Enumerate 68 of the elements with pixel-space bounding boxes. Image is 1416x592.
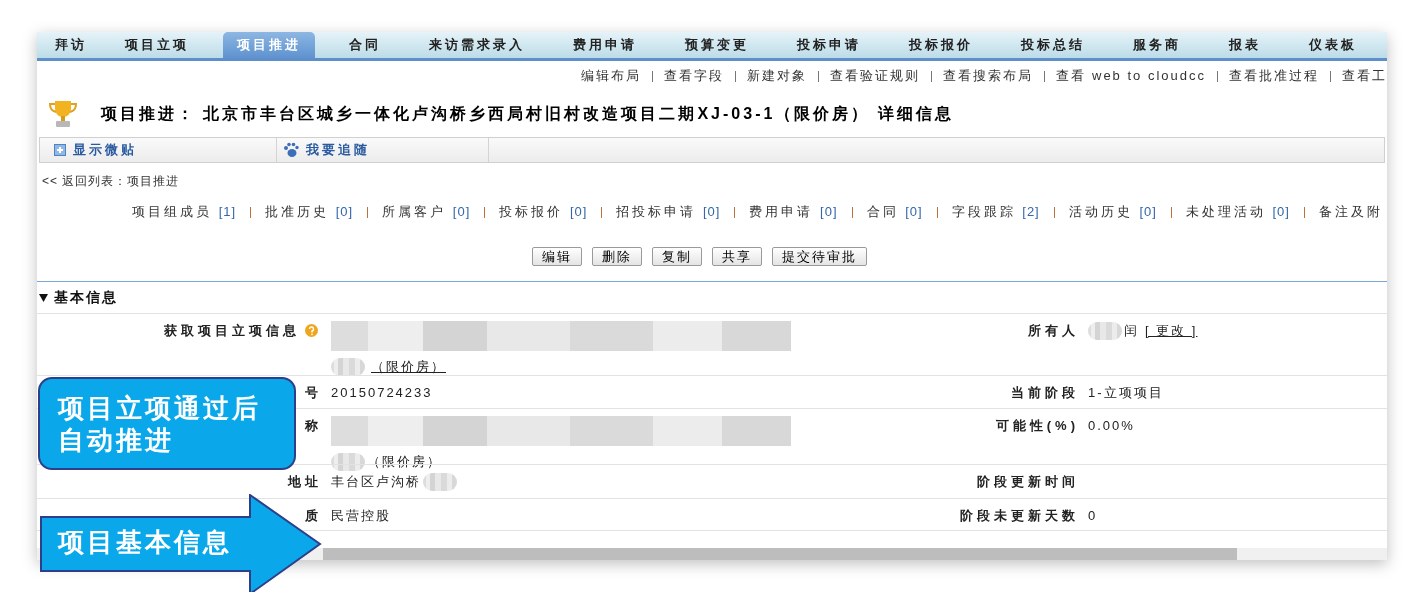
nav-tab[interactable]: 报表 (1205, 32, 1285, 58)
page-title: 项目推进： 北京市丰台区城乡一体化卢沟桥乡西局村旧村改造项目二期XJ-03-1（限价房） 详细信息 (101, 104, 954, 124)
action-button[interactable]: 提交待审批 (772, 246, 867, 266)
section-title: 基本信息 (54, 288, 118, 307)
nav-tab[interactable]: 拜访 (37, 32, 101, 58)
related-list-link[interactable]: 备注及附 (1318, 202, 1383, 222)
nav-tab[interactable]: 投标申请 (773, 32, 885, 58)
toolbar-link[interactable]: 显示微贴 (73, 140, 137, 160)
related-list-link[interactable]: 项目组成员 [1] (132, 202, 237, 222)
setup-link[interactable]: 新建对象 (747, 66, 808, 86)
nav-tab[interactable]: 费用申请 (549, 32, 661, 58)
callout-text: 项目基本信息 (58, 526, 232, 558)
related-list-link[interactable]: 所属客户 [0] (382, 202, 471, 222)
footprint-icon (283, 142, 299, 158)
related-list-link[interactable]: 活动历史 [0] (1068, 202, 1157, 222)
nav-tab[interactable]: 投标总结 (997, 32, 1109, 58)
related-list-link[interactable]: 招投标申请 [0] (616, 202, 721, 222)
field-label: 阶段更新时间 (977, 473, 1079, 491)
nav-tab[interactable]: 服务商 (1109, 32, 1205, 58)
field-label: 质 (305, 507, 322, 525)
setup-link[interactable]: 查看 web to cloudcc (1056, 66, 1206, 86)
related-list-link[interactable]: 字段跟踪 [2] (951, 202, 1040, 222)
field-value: 民营控股 (331, 507, 391, 525)
collapse-caret-icon[interactable] (39, 293, 48, 302)
help-icon[interactable] (305, 324, 318, 338)
nav-tab[interactable]: 仪表板 (1285, 32, 1381, 58)
field-label: 可能性(%) (995, 417, 1079, 435)
field-value: 丰台区卢沟桥 (331, 473, 421, 491)
field-value: 20150724233 (331, 384, 433, 402)
field-label: 所有人 (1028, 322, 1079, 340)
action-button[interactable]: 编辑 (532, 246, 582, 266)
field-label: 地址 (288, 473, 322, 491)
action-button[interactable]: 共享 (712, 246, 762, 266)
field-value: 0 (1088, 507, 1098, 525)
setup-link[interactable]: 查看工 (1342, 66, 1387, 86)
toolbar-link[interactable]: 我要追随 (306, 140, 370, 160)
field-label: 号 (305, 384, 322, 402)
setup-link[interactable]: 查看搜索布局 (943, 66, 1034, 86)
field-label: 获取项目立项信息 (164, 322, 300, 340)
field-value: 1-立项项目 (1088, 384, 1164, 402)
trophy-icon (47, 99, 79, 129)
action-button[interactable]: 删除 (592, 246, 642, 266)
field-value: 闰 (1124, 322, 1139, 340)
related-list-link[interactable]: 费用申请 [0] (749, 202, 838, 222)
field-value: 0.00% (1088, 417, 1135, 435)
nav-tab[interactable]: 投标报价 (885, 32, 997, 58)
callout-text: 项目立项通过后自动推进 (58, 392, 262, 456)
related-list-link[interactable]: 批准历史 [0] (265, 202, 354, 222)
nav-tab[interactable]: 来访需求录入 (405, 32, 549, 58)
setup-link[interactable]: 查看批准过程 (1229, 66, 1319, 86)
setup-link[interactable]: 查看验证规则 (830, 66, 921, 86)
related-list-link[interactable]: 投标报价 [0] (499, 202, 588, 222)
nav-tab[interactable]: 项目立项 (101, 32, 213, 58)
nav-tab[interactable]: 合同 (325, 32, 405, 58)
field-label: 阶段未更新天数 (960, 507, 1079, 525)
setup-link[interactable]: 编辑布局 (581, 66, 642, 86)
field-link[interactable]: （限价房） (371, 357, 446, 377)
nav-tab[interactable]: 预算变更 (661, 32, 773, 58)
field-label: 称 (305, 417, 322, 435)
scrollbar[interactable] (323, 548, 1237, 560)
related-list-link[interactable]: 合同 [0] (866, 202, 923, 222)
action-button[interactable]: 复制 (652, 246, 702, 266)
related-list-link[interactable]: 未处理活动 [0] (1185, 202, 1290, 222)
field-link[interactable]: [ 更改 ] (1145, 321, 1198, 341)
setup-link[interactable]: 查看字段 (664, 66, 725, 86)
plus-box-icon (54, 144, 66, 156)
back-to-list-link[interactable]: << 返回列表：项目推进 (42, 172, 180, 190)
field-label: 当前阶段 (1011, 384, 1079, 402)
